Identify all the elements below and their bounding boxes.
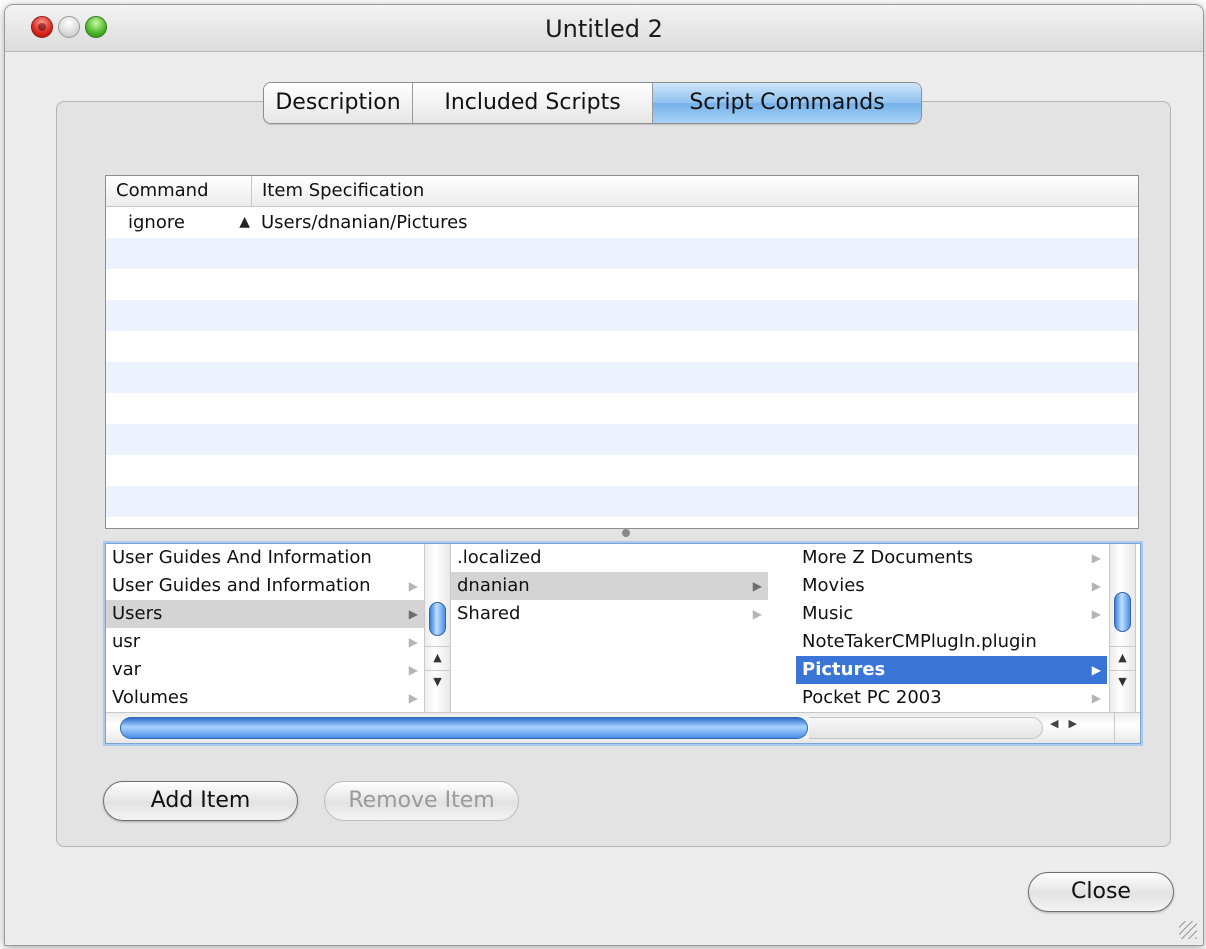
browser-item-label: User Guides And Information <box>112 547 372 568</box>
table-row-empty <box>106 300 1138 331</box>
browser-item[interactable]: .localized <box>451 544 768 572</box>
remove-item-button[interactable]: Remove Item <box>324 781 519 821</box>
browser-item-label: More Z Documents <box>802 547 974 568</box>
scroll-up-arrow-icon[interactable]: ▲ <box>1110 646 1135 669</box>
table-row-empty <box>106 331 1138 362</box>
browser-item[interactable]: User Guides And Information <box>106 544 424 572</box>
disclosure-arrow-icon: ▶ <box>408 635 418 649</box>
browser-item[interactable]: Users ▶ <box>106 600 424 628</box>
scroll-thumb[interactable] <box>429 602 446 636</box>
scrollbar-divider <box>1114 713 1115 743</box>
table-row-empty <box>106 486 1138 517</box>
split-view-handle[interactable] <box>622 529 630 537</box>
disclosure-arrow-icon: ▶ <box>1091 691 1101 705</box>
browser-item-label: NoteTakerCMPlugIn.plugin <box>802 631 1037 652</box>
horizontal-scroll-track[interactable] <box>809 717 1043 739</box>
disclosure-arrow-icon: ▶ <box>408 579 418 593</box>
browser-item[interactable]: Music ▶ <box>796 600 1107 628</box>
scroll-left-right-arrows-icon[interactable]: ◀▶ <box>1050 717 1087 730</box>
browser-item-label: Users <box>112 603 163 624</box>
table-row-empty <box>106 393 1138 424</box>
browser-item[interactable]: Volumes ▶ <box>106 684 424 712</box>
browser-item[interactable]: More Z Documents ▶ <box>796 544 1107 572</box>
commands-table: Command Item Specification ignore ▲ User… <box>105 175 1139 529</box>
browser-item-label: Music <box>802 603 854 624</box>
disclosure-arrow-icon: ▶ <box>752 607 762 621</box>
column-3-scrollbar[interactable]: ▲ ▼ <box>1109 544 1136 712</box>
browser-item-label: Pocket PC 2003 <box>802 687 942 708</box>
browser-item[interactable]: Shared ▶ <box>451 600 768 628</box>
disclosure-arrow-icon: ▶ <box>1091 663 1101 677</box>
table-row-empty <box>106 238 1138 269</box>
browser-item[interactable]: User Guides and Information ▶ <box>106 572 424 600</box>
scroll-up-arrow-icon[interactable]: ▲ <box>425 646 450 669</box>
item-specification-cell[interactable]: Users/dnanian/Pictures <box>252 207 468 238</box>
command-value: ignore <box>128 212 185 233</box>
disclosure-arrow-icon: ▶ <box>1091 607 1101 621</box>
disclosure-arrow-icon: ▶ <box>1091 551 1101 565</box>
resize-grip-icon[interactable] <box>1179 921 1197 939</box>
table-row-empty <box>106 455 1138 486</box>
window-title: Untitled 2 <box>545 15 663 43</box>
tab-description[interactable]: Description <box>264 83 413 123</box>
file-browser: User Guides And Information User Guides … <box>105 543 1141 744</box>
disclosure-arrow-icon: ▶ <box>408 607 418 621</box>
disclosure-arrow-icon: ▶ <box>408 691 418 705</box>
table-row-empty <box>106 362 1138 393</box>
browser-item-selected[interactable]: Pictures ▶ <box>796 656 1107 684</box>
column-1-scrollbar[interactable]: ▲ ▼ <box>424 544 451 712</box>
browser-item-label: Volumes <box>112 687 189 708</box>
scroll-down-arrow-icon[interactable]: ▼ <box>1110 670 1135 693</box>
horizontal-scroll-thumb[interactable] <box>120 717 808 739</box>
title-bar[interactable]: Untitled 2 <box>5 5 1203 52</box>
browser-item-label: Pictures <box>802 659 886 680</box>
browser-column-1: User Guides And Information User Guides … <box>106 544 424 712</box>
column-header-item-specification[interactable]: Item Specification <box>252 176 424 206</box>
window: Untitled 2 Description Included Scripts … <box>4 4 1204 946</box>
browser-item-label: Movies <box>802 575 865 596</box>
column-header-command[interactable]: Command <box>106 176 252 206</box>
disclosure-arrow-icon: ▶ <box>408 663 418 677</box>
close-button[interactable]: Close <box>1028 872 1174 912</box>
browser-item-label: dnanian <box>457 575 530 596</box>
browser-item-label: Shared <box>457 603 521 624</box>
table-row-empty <box>106 424 1138 455</box>
browser-item-label: .localized <box>457 547 542 568</box>
browser-column-3: More Z Documents ▶ Movies ▶ Music ▶ NoteTak… <box>796 544 1107 712</box>
browser-item[interactable]: Pocket PC 2003 ▶ <box>796 684 1107 712</box>
browser-item[interactable]: NoteTakerCMPlugIn.plugin <box>796 628 1107 656</box>
tab-bar: Description Included Scripts Script Comm… <box>263 82 922 124</box>
horizontal-scrollbar[interactable]: ◀▶ <box>106 712 1140 743</box>
updown-arrows-icon[interactable]: ▲ <box>239 207 250 238</box>
browser-item-label: User Guides and Information <box>112 575 371 596</box>
browser-item[interactable]: Movies ▶ <box>796 572 1107 600</box>
browser-item-label: usr <box>112 631 141 652</box>
table-row[interactable]: ignore ▲ Users/dnanian/Pictures <box>106 207 1138 238</box>
scroll-down-arrow-icon[interactable]: ▼ <box>425 670 450 693</box>
disclosure-arrow-icon: ▶ <box>1091 579 1101 593</box>
command-popup[interactable]: ignore ▲ <box>106 207 252 238</box>
disclosure-arrow-icon: ▶ <box>752 579 762 593</box>
browser-item-label: var <box>112 659 142 680</box>
browser-item[interactable]: var ▶ <box>106 656 424 684</box>
table-row-empty <box>106 269 1138 300</box>
tab-included-scripts[interactable]: Included Scripts <box>413 83 653 123</box>
add-item-button[interactable]: Add Item <box>103 781 298 821</box>
browser-item[interactable]: dnanian ▶ <box>451 572 768 600</box>
tab-script-commands[interactable]: Script Commands <box>653 83 921 123</box>
browser-item[interactable]: usr ▶ <box>106 628 424 656</box>
table-header: Command Item Specification <box>106 176 1138 207</box>
browser-column-2: .localized dnanian ▶ Shared ▶ <box>451 544 768 712</box>
scroll-thumb[interactable] <box>1114 592 1131 632</box>
